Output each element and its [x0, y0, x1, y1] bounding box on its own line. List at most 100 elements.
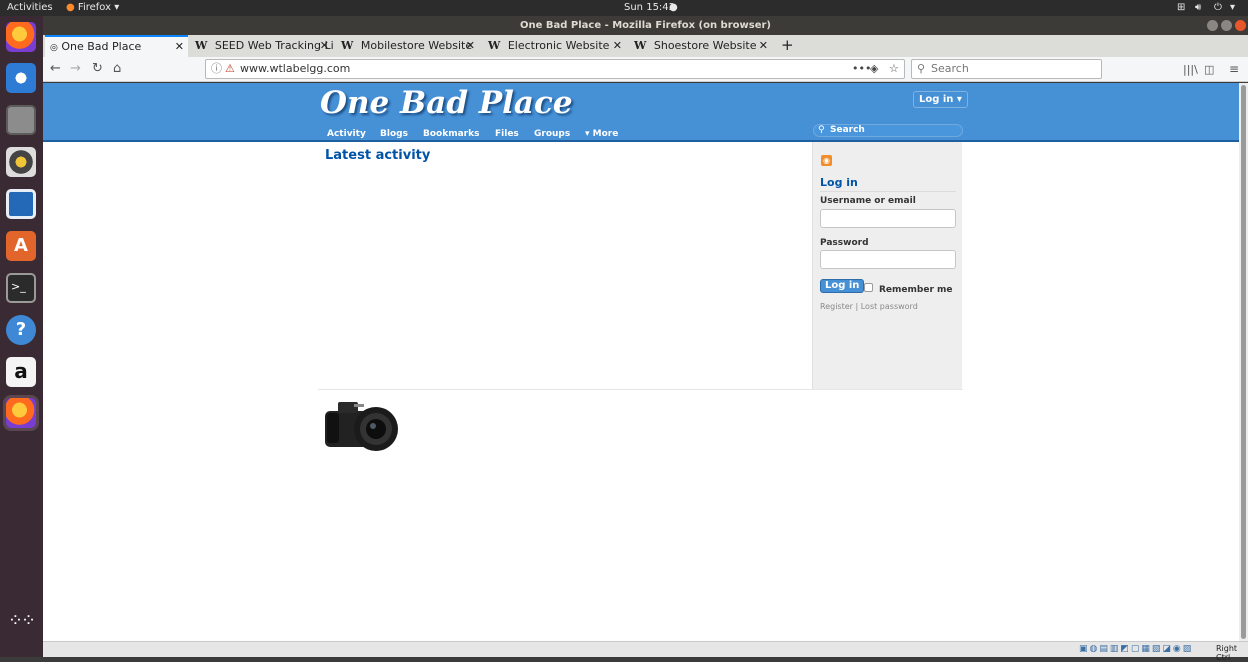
wiki-favicon-icon: W [488, 39, 501, 52]
menu-item-more[interactable]: ▾ More [585, 129, 618, 139]
search-icon: ⚲ [917, 62, 926, 75]
sidebar-login-title: Log in [820, 176, 956, 192]
system-top-bar: Activities ● Firefox ▾ Sun 15:42 ● ⊞ 🔊︎ … [0, 0, 1248, 16]
close-tab-icon[interactable]: ✕ [320, 35, 329, 57]
window-title-bar: One Bad Place - Mozilla Firefox (on brow… [43, 16, 1248, 35]
power-icon[interactable]: ⏻ [1214, 2, 1222, 13]
search-icon: ⚲ [818, 125, 825, 135]
username-label: Username or email [820, 196, 916, 206]
site-search-placeholder: Search [830, 125, 865, 135]
login-sidebar: ◉ Log in Username or email Password Log … [812, 142, 962, 389]
vm-status-bar: ▣◍▤▥◩▢▦▧◪◉▨ Right Ctrl [43, 641, 1248, 662]
show-apps-grid-icon[interactable]: ⁘⁘ [6, 606, 36, 636]
register-link[interactable]: Register [820, 302, 853, 311]
launcher-dock: A >_ ? a ⁘⁘ [0, 16, 43, 657]
menu-item-activity[interactable]: Activity [327, 129, 366, 139]
insecure-lock-icon: ⚠︎ [225, 62, 235, 75]
tab-seed-web-tracking[interactable]: W SEED Web Tracking Li ✕ [190, 35, 333, 57]
url-text[interactable]: www.wtlabelgg.com [240, 60, 350, 78]
rss-icon[interactable]: ◉ [821, 155, 832, 166]
site-info-icon[interactable]: ⓘ [211, 60, 222, 78]
page-viewport: One Bad Place Log in ▾ Activity Blogs Bo… [43, 83, 1239, 641]
volume-icon[interactable]: 🔊︎ [1195, 2, 1201, 13]
window-title: One Bad Place - Mozilla Firefox (on brow… [520, 20, 771, 31]
password-input[interactable] [820, 250, 956, 269]
account-links: Register | Lost password [820, 302, 918, 311]
tab-one-bad-place[interactable]: ◎ One Bad Place ✕ [45, 35, 188, 57]
firefox-launcher-icon[interactable] [6, 22, 36, 52]
files-launcher-icon[interactable] [6, 105, 36, 135]
camera-image [325, 402, 398, 451]
tab-label: Electronic Website [507, 39, 610, 52]
reload-icon[interactable]: ↻ [92, 61, 103, 76]
site-title[interactable]: One Bad Place [320, 85, 573, 121]
remember-me-label: Remember me [879, 285, 953, 295]
back-arrow-icon[interactable]: ← [50, 61, 61, 76]
site-favicon-icon: ◎ [50, 43, 58, 53]
footer-divider [318, 389, 963, 390]
library-icon[interactable]: |||\ [1183, 63, 1198, 76]
close-tab-icon[interactable]: ✕ [466, 35, 475, 57]
thunderbird-launcher-icon[interactable] [6, 63, 36, 93]
tab-label: Shoestore Website [653, 39, 757, 52]
network-icon[interactable]: ⊞ [1177, 2, 1185, 13]
browser-nav-bar: ← → ↻ ⌂ ⓘ ⚠︎ www.wtlabelgg.com ••• ◈ ☆ ⚲… [43, 57, 1248, 82]
host-key-label: Right Ctrl [1216, 644, 1238, 662]
search-placeholder: Search [931, 62, 969, 75]
software-center-launcher-icon[interactable]: A [6, 231, 36, 261]
activities-button[interactable]: Activities [7, 2, 53, 13]
tab-label: SEED Web Tracking Li [214, 39, 333, 52]
firefox-icon: ● [66, 2, 75, 13]
tab-label: One Bad Place [61, 40, 142, 53]
vm-status-icons: ▣◍▤▥◩▢▦▧◪◉▨ [1079, 644, 1194, 654]
help-launcher-icon[interactable]: ? [6, 315, 36, 345]
scrollbar-thumb[interactable] [1241, 85, 1246, 639]
firefox-active-launcher-icon[interactable] [6, 398, 36, 428]
sidebar-login-button[interactable]: Log in [820, 279, 865, 293]
wiki-favicon-icon: W [195, 39, 208, 52]
main-heading: Latest activity [325, 148, 431, 163]
home-icon[interactable]: ⌂ [113, 61, 121, 76]
close-tab-icon[interactable]: ✕ [613, 35, 622, 57]
app-menu-label: Firefox [77, 2, 112, 13]
menu-item-bookmarks[interactable]: Bookmarks [423, 129, 479, 139]
header-login-dropdown[interactable]: Log in ▾ [913, 91, 968, 108]
wiki-favicon-icon: W [341, 39, 354, 52]
hamburger-menu-icon[interactable]: ≡ [1229, 62, 1239, 76]
lost-password-link[interactable]: Lost password [861, 302, 918, 311]
new-tab-button[interactable]: + [776, 35, 796, 57]
maximize-button[interactable] [1221, 20, 1232, 31]
page-scrollbar[interactable] [1239, 83, 1248, 641]
url-bar[interactable]: ⓘ ⚠︎ www.wtlabelgg.com ••• ◈ ☆ [205, 59, 905, 79]
notification-dot-icon: ● [669, 2, 678, 13]
bookmark-star-icon[interactable]: ☆ [889, 60, 899, 78]
browser-search-box[interactable]: ⚲ Search [911, 59, 1102, 79]
username-input[interactable] [820, 209, 956, 228]
tab-shoestore-website[interactable]: W Shoestore Website ✕ [629, 35, 772, 57]
pocket-icon[interactable]: ◈ [870, 60, 878, 78]
chevron-down-icon: ▾ [114, 2, 120, 13]
rhythmbox-launcher-icon[interactable] [6, 147, 36, 177]
tab-mobilestore-website[interactable]: W Mobilestore Website ✕ [336, 35, 479, 57]
close-window-button[interactable] [1235, 20, 1246, 31]
menu-item-groups[interactable]: Groups [534, 129, 570, 139]
clock[interactable]: Sun 15:42 [624, 2, 675, 13]
minimize-button[interactable] [1207, 20, 1218, 31]
firefox-app-menu[interactable]: ● Firefox ▾ [66, 2, 119, 13]
terminal-launcher-icon[interactable]: >_ [6, 273, 36, 303]
writer-launcher-icon[interactable] [6, 189, 36, 219]
menu-item-blogs[interactable]: Blogs [380, 129, 408, 139]
close-tab-icon[interactable]: ✕ [759, 35, 768, 57]
site-header: One Bad Place Log in ▾ Activity Blogs Bo… [43, 83, 1239, 142]
menu-item-files[interactable]: Files [495, 129, 519, 139]
site-search-input[interactable]: ⚲ Search [813, 124, 963, 137]
sidebar-toggle-icon[interactable]: ◫ [1204, 63, 1214, 76]
system-menu-chevron-icon[interactable]: ▾ [1230, 2, 1235, 13]
forward-arrow-icon[interactable]: → [70, 61, 81, 76]
tab-label: Mobilestore Website [360, 39, 473, 52]
remember-me-checkbox[interactable] [864, 283, 873, 292]
amazon-launcher-icon[interactable]: a [6, 357, 36, 387]
page-actions-icon[interactable]: ••• [852, 60, 871, 78]
close-tab-icon[interactable]: ✕ [175, 37, 184, 57]
tab-electronic-website[interactable]: W Electronic Website ✕ [483, 35, 626, 57]
